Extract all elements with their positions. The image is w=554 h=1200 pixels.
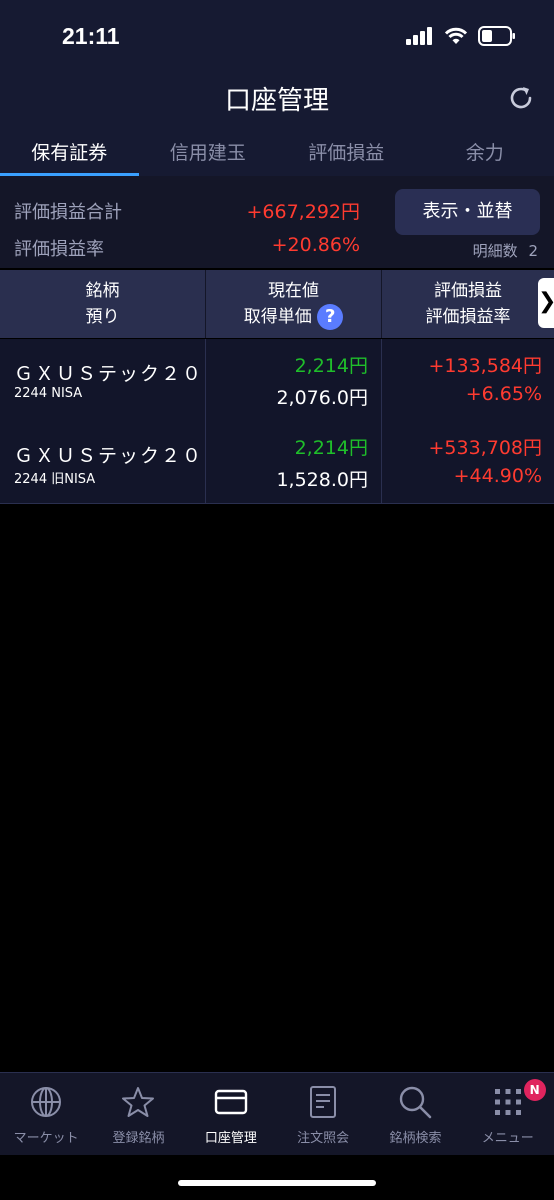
nav-watchlist-label: 登録銘柄 (112, 1131, 165, 1146)
pl-rate-label: 評価損益率 (14, 239, 104, 260)
document-icon (310, 1086, 337, 1118)
total-pl-label: 評価損益合計 (14, 202, 122, 223)
nav-market[interactable]: マーケット (0, 1073, 92, 1155)
display-sort-button[interactable]: 表示・並替 (395, 189, 540, 235)
column-header-cost-price-label: 取得単価 (243, 307, 312, 327)
security-code-account: 2244 NISA (14, 386, 83, 401)
tab-bar: 保有証券 信用建玉 評価損益 余力 (0, 130, 554, 176)
column-header-account-type: 預り (85, 307, 120, 327)
column-header-pl-rate: 評価損益率 (425, 307, 511, 327)
detail-count-label: 明細数 (472, 242, 518, 260)
table-row[interactable]: ＧＸＵＳテック２０ 2244 旧NISA 2,214円 1,528.0円 +53… (0, 421, 554, 504)
nav-account-label: 口座管理 (204, 1131, 257, 1146)
nav-orders-label: 注文照会 (297, 1131, 350, 1146)
table-header: 銘柄 預り 現在値 取得単価 ? 評価損益 評価損益率 (0, 270, 554, 338)
current-price: 2,214円 (294, 437, 368, 459)
cost-price: 2,076.0円 (276, 387, 368, 409)
bottom-nav: マーケット 登録銘柄 口座管理 注文照会 銘柄検索 N メニュー (0, 1072, 554, 1155)
column-header-pl-amount: 評価損益 (434, 281, 502, 301)
status-icons (406, 26, 516, 46)
status-bar: 21:11 (0, 0, 554, 66)
cell-divider (205, 421, 206, 503)
column-header-price: 現在値 取得単価 ? (206, 270, 381, 338)
cell-divider (381, 421, 382, 503)
pl-amount: +533,708円 (428, 437, 543, 459)
nav-account[interactable]: 口座管理 (185, 1073, 277, 1155)
pl-rate: +6.65% (465, 383, 542, 405)
cell-divider (205, 339, 206, 421)
column-header-security: 銘柄 預り (0, 270, 205, 338)
pl-rate: +44.90% (453, 465, 542, 487)
nav-search[interactable]: 銘柄検索 (369, 1073, 461, 1155)
wifi-icon (444, 27, 468, 44)
total-pl-value: +667,292円 (246, 201, 361, 223)
star-icon (122, 1087, 155, 1117)
security-name: ＧＸＵＳテック２０ (14, 445, 204, 467)
nav-search-label: 銘柄検索 (389, 1131, 442, 1146)
column-header-cost-price: 取得単価 ? (206, 304, 381, 330)
table-row[interactable]: ＧＸＵＳテック２０ 2244 NISA 2,214円 2,076.0円 +133… (0, 339, 554, 422)
search-icon (400, 1086, 432, 1119)
cell-divider (381, 339, 382, 421)
battery-icon (478, 26, 515, 46)
tab-valuation-pl[interactable]: 評価損益 (277, 130, 416, 176)
nav-menu-label: メニュー (481, 1131, 534, 1146)
notification-badge: N (523, 1079, 546, 1101)
column-header-pl: 評価損益 評価損益率 (382, 270, 554, 338)
pl-rate-value: +20.86% (271, 234, 360, 256)
tab-buying-power[interactable]: 余力 (416, 130, 554, 176)
nav-orders[interactable]: 注文照会 (277, 1073, 369, 1155)
app-header: 口座管理 (0, 66, 554, 130)
nav-watchlist[interactable]: 登録銘柄 (92, 1073, 184, 1155)
card-icon (214, 1089, 248, 1115)
tab-margin-positions[interactable]: 信用建玉 (139, 130, 278, 176)
security-code-account: 2244 旧NISA (14, 472, 96, 487)
pl-amount: +133,584円 (428, 355, 543, 377)
globe-icon (31, 1087, 62, 1117)
tab-holdings[interactable]: 保有証券 (0, 130, 139, 176)
current-price: 2,214円 (294, 355, 368, 377)
cost-price: 1,528.0円 (276, 469, 368, 491)
signal-icon (406, 27, 432, 45)
home-indicator[interactable] (178, 1180, 376, 1186)
security-name: ＧＸＵＳテック２０ (14, 363, 204, 385)
help-icon[interactable]: ? (317, 304, 344, 330)
column-header-security-name: 銘柄 (85, 281, 120, 301)
chevron-right-icon[interactable]: ❯ (538, 278, 554, 328)
nav-market-label: マーケット (13, 1131, 79, 1146)
page-title: 口座管理 (224, 86, 329, 116)
detail-count-value: 2 (528, 242, 538, 260)
refresh-icon[interactable] (506, 83, 536, 113)
detail-count: 明細数 2 (473, 240, 538, 261)
nav-menu[interactable]: N メニュー (462, 1073, 554, 1155)
grid-menu-icon (494, 1089, 521, 1115)
column-header-current-price: 現在値 (268, 281, 319, 301)
summary-panel: 評価損益合計 +667,292円 評価損益率 +20.86% 表示・並替 明細数… (0, 176, 554, 268)
status-time: 21:11 (62, 23, 120, 49)
